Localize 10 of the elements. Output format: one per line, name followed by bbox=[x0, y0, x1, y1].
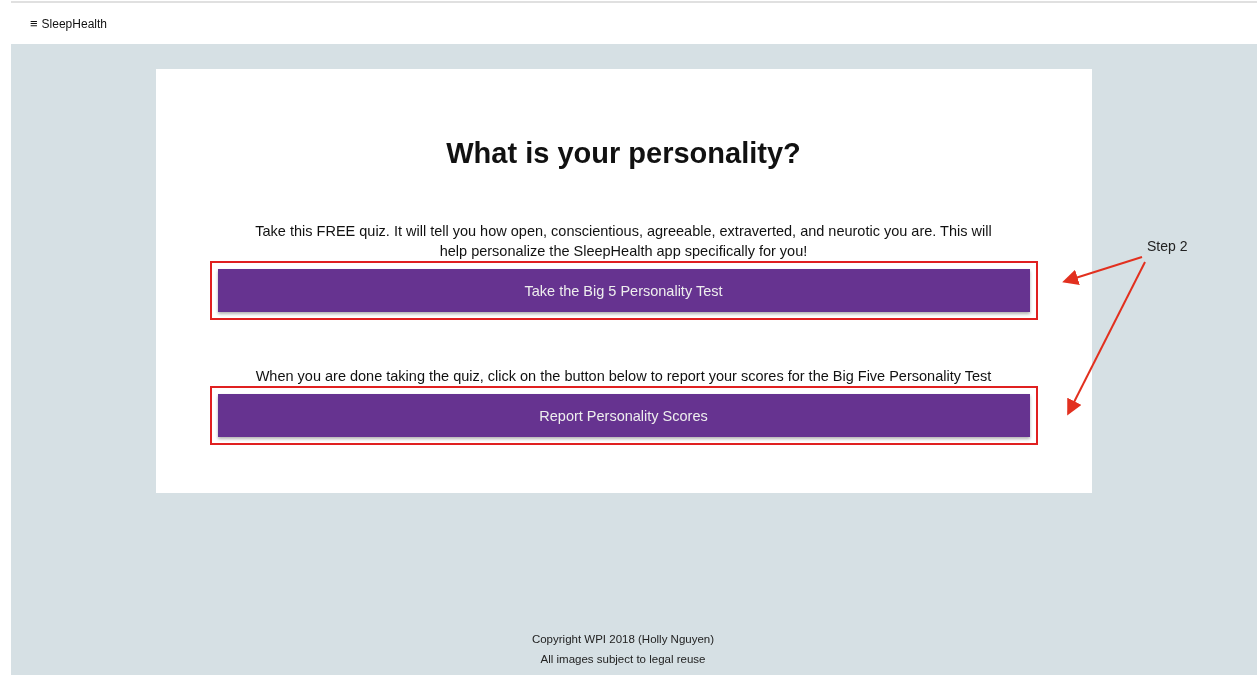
action-button[interactable]: Take the Big 5 Personality Test bbox=[217, 269, 1030, 312]
page-title: What is your personality? bbox=[446, 136, 801, 171]
menu-icon[interactable]: ≡ bbox=[30, 16, 38, 31]
annotation-label: Step 2 bbox=[1147, 238, 1188, 254]
brand-link[interactable]: SleepHealth bbox=[41, 16, 107, 31]
footer-text: All images subject to legal reuse bbox=[540, 652, 706, 667]
instruction-text: When you are done taking the quiz, click on the button below to report your scores for the Big Five Personality Test bbox=[254, 367, 993, 386]
instruction-text: Take this FREE quiz. It will tell you how open, conscientious, agreeable, extraverted, and neurotic you are. This will help personalize the SleepHealth app specifically for you! bbox=[254, 222, 993, 261]
footer-text: Copyright WPI 2018 (Holly Nguyen) bbox=[531, 632, 715, 647]
action-button[interactable]: Report Personality Scores bbox=[217, 394, 1030, 437]
